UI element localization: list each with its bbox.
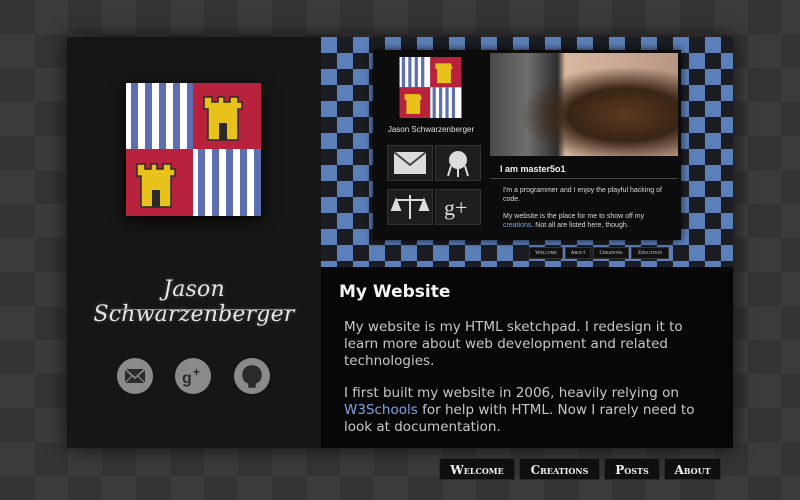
screenshot-divider — [490, 178, 678, 179]
profile-name: Jason Schwarzenberger — [93, 277, 295, 327]
mail-link[interactable] — [117, 358, 153, 394]
svg-text:g: g — [182, 370, 192, 387]
page-title: My Website — [339, 282, 451, 302]
svg-text:+: + — [193, 365, 200, 379]
google-plus-link[interactable]: g + — [175, 358, 211, 394]
screenshot-nav-education: Education — [631, 247, 669, 259]
content-panel: Jason Schwarzenberger g+ I am master5o1 … — [321, 37, 733, 448]
google-plus-icon: g + — [182, 365, 200, 387]
svg-text:g+: g+ — [444, 195, 467, 220]
screenshot-nav-about: About — [565, 247, 591, 259]
github-link[interactable] — [234, 358, 270, 394]
coat-of-arms-logo — [126, 83, 261, 216]
screenshot-github-icon — [435, 145, 481, 181]
screenshot-heading: I am master5o1 — [500, 164, 566, 174]
screenshot-card: Jason Schwarzenberger g+ I am master5o1 … — [373, 50, 681, 240]
screenshot-nav-creations: Creations — [593, 247, 629, 259]
screenshot-scale-icon — [387, 189, 433, 225]
profile-card: Jason Schwarzenberger g + Jason Schwarze… — [67, 37, 733, 448]
screenshot-nav-welcome: Welcome — [529, 247, 563, 259]
github-icon — [242, 365, 262, 388]
screenshot-text-2: My website is the place for me to show o… — [503, 213, 645, 229]
profile-panel: Jason Schwarzenberger g + — [67, 37, 321, 448]
screenshot-coat-of-arms-logo — [399, 57, 462, 118]
website-screenshot: Jason Schwarzenberger g+ I am master5o1 … — [321, 37, 733, 267]
history-paragraph: I first built my website in 2006, heavil… — [344, 385, 695, 435]
screenshot-name: Jason Schwarzenberger — [387, 125, 475, 134]
screenshot-text-1: I'm a programmer and I enjoy the playful… — [503, 187, 662, 203]
nav-posts[interactable]: Posts — [604, 458, 660, 480]
intro-paragraph: My website is my HTML sketchpad. I redes… — [344, 319, 683, 369]
social-links: g + — [117, 358, 277, 394]
mail-icon — [124, 368, 146, 384]
nav-creations[interactable]: Creations — [519, 458, 600, 480]
nav-about[interactable]: About — [664, 458, 721, 480]
screenshot-google-plus-icon: g+ — [435, 189, 481, 225]
name-underline — [111, 309, 296, 310]
nav-welcome[interactable]: Welcome — [439, 458, 515, 480]
screenshot-photo — [490, 53, 678, 156]
screenshot-mail-icon — [387, 145, 433, 181]
w3schools-link[interactable]: W3Schools — [344, 402, 418, 418]
